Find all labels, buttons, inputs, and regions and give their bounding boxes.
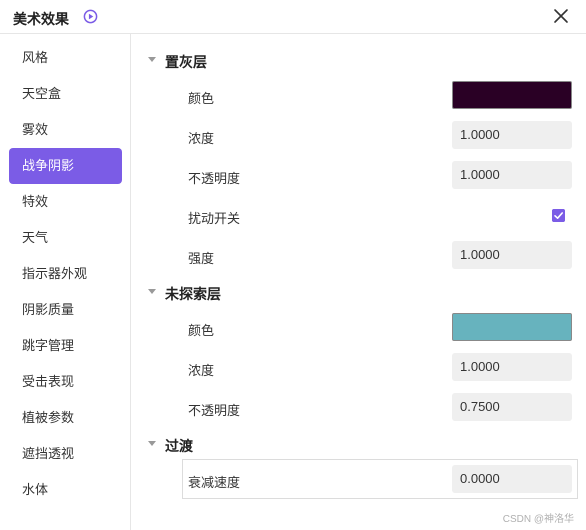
- unexplored-color-swatch[interactable]: [452, 313, 572, 341]
- gray-density-label: 浓度: [188, 131, 215, 146]
- decay-speed-field[interactable]: 0.0000: [452, 465, 572, 493]
- sidebar-item-weather[interactable]: 天气: [9, 220, 122, 256]
- sidebar-item-indicator-appearance[interactable]: 指示器外观: [9, 256, 122, 292]
- gray-opacity-label: 不透明度: [188, 171, 241, 186]
- window-title: 美术效果: [13, 11, 69, 27]
- gray-density-field[interactable]: 1.0000: [452, 121, 572, 149]
- sidebar-item-vegetation[interactable]: 植被参数: [9, 400, 122, 436]
- gray-color-label: 颜色: [188, 91, 215, 106]
- section-title-unexplored-layer: 未探索层: [165, 286, 221, 302]
- decay-speed-label: 衰减速度: [188, 475, 241, 490]
- unexplored-opacity-label: 不透明度: [188, 403, 241, 418]
- gray-strength-field[interactable]: 1.0000: [452, 241, 572, 269]
- unexplored-density-label: 浓度: [188, 363, 215, 378]
- sidebar-item-effects[interactable]: 特效: [9, 184, 122, 220]
- unexplored-density-field[interactable]: 1.0000: [452, 353, 572, 381]
- collapse-caret-icon[interactable]: [148, 441, 156, 446]
- sidebar-item-water[interactable]: 水体: [9, 472, 122, 508]
- section-title-transition: 过渡: [165, 438, 193, 454]
- sidebar-item-style[interactable]: 风格: [9, 40, 122, 76]
- sidebar-item-hit-reaction[interactable]: 受击表现: [9, 364, 122, 400]
- art-effects-window: 美术效果 风格 天空盒 雾效 战争阴影 特效 天气 指示器外观 阴影质量 跳字管…: [0, 0, 586, 530]
- title-bar: 美术效果: [0, 0, 586, 34]
- unexplored-color-label: 颜色: [188, 323, 215, 338]
- sidebar-item-skybox[interactable]: 天空盒: [9, 76, 122, 112]
- play-icon[interactable]: [83, 9, 98, 24]
- sidebar-item-occlusion[interactable]: 遮挡透视: [9, 436, 122, 472]
- gray-strength-label: 强度: [188, 251, 215, 266]
- section-title-gray-layer: 置灰层: [165, 54, 207, 70]
- sidebar-item-fog[interactable]: 雾效: [9, 112, 122, 148]
- collapse-caret-icon[interactable]: [148, 289, 156, 294]
- watermark: CSDN @神洛华: [502, 514, 574, 525]
- sidebar-item-fog-of-war[interactable]: 战争阴影: [9, 148, 122, 184]
- gray-opacity-field[interactable]: 1.0000: [452, 161, 572, 189]
- settings-panel: 置灰层 颜色 浓度 1.0000 不透明度 1.0000 扰动开关 强度 1.0…: [131, 34, 586, 530]
- perturb-checkbox[interactable]: [552, 209, 565, 222]
- perturb-switch-label: 扰动开关: [188, 211, 241, 226]
- sidebar-item-damage-text[interactable]: 跳字管理: [9, 328, 122, 364]
- close-icon[interactable]: [552, 7, 570, 25]
- sidebar-item-shadow-quality[interactable]: 阴影质量: [9, 292, 122, 328]
- unexplored-opacity-field[interactable]: 0.7500: [452, 393, 572, 421]
- collapse-caret-icon[interactable]: [148, 57, 156, 62]
- gray-color-swatch[interactable]: [452, 81, 572, 109]
- sidebar: 风格 天空盒 雾效 战争阴影 特效 天气 指示器外观 阴影质量 跳字管理 受击表…: [0, 34, 131, 530]
